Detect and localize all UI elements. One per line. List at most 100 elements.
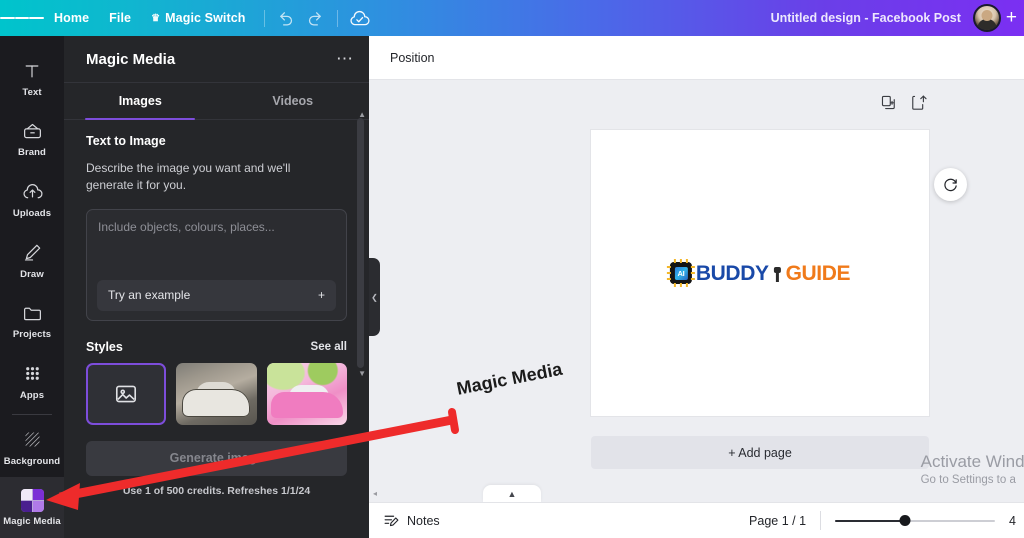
app-header: Home File ♛ Magic Switch Untitled design…: [0, 0, 1024, 36]
watermark-line-1: Activate Windo: [920, 452, 1024, 471]
zoom-slider[interactable]: [835, 514, 996, 528]
bottom-bar: Notes Page 1 / 1 4: [369, 502, 1024, 538]
sidebar-item-label: Text: [22, 86, 42, 98]
style-thumbnails: [86, 362, 348, 425]
sidebar-divider: [12, 413, 52, 415]
panel-title: Magic Media: [86, 50, 176, 68]
magic-media-panel: Magic Media ⋯ Images Videos Text to Imag…: [64, 36, 369, 538]
export-page-icon[interactable]: [911, 94, 928, 116]
undo-icon[interactable]: [273, 4, 301, 32]
plus-icon: +: [317, 288, 325, 303]
header-item-magic-switch[interactable]: ♛ Magic Switch: [141, 7, 255, 29]
watercolour-car-thumbnail: [266, 362, 348, 425]
zoom-value: 4: [1009, 513, 1016, 528]
header-item-file[interactable]: File: [99, 7, 141, 29]
page-indicator[interactable]: Page 1 / 1: [749, 514, 806, 528]
panel-body: Text to Image Describe the image you wan…: [64, 120, 369, 497]
text-icon: [22, 59, 42, 83]
sidebar-item-label: Projects: [12, 329, 52, 341]
header-divider-1: [263, 9, 265, 27]
notes-label: Notes: [407, 513, 440, 528]
prompt-input[interactable]: Include objects, colours, places... Try …: [86, 208, 347, 321]
logo-word-guide: GUIDE: [785, 261, 851, 285]
prompt-placeholder: Include objects, colours, places...: [98, 219, 275, 234]
sidebar-item-label: Brand: [18, 147, 46, 159]
duplicate-page-icon[interactable]: [880, 94, 897, 116]
regenerate-icon: [944, 178, 957, 192]
draw-icon: [22, 241, 43, 265]
style-thumb-none[interactable]: [86, 362, 167, 425]
sidebar-item-magic-media[interactable]: Magic Media: [0, 477, 64, 538]
section-description: Describe the image you want and we'll ge…: [86, 161, 291, 193]
cloud-saved-icon[interactable]: [346, 4, 374, 32]
panel-collapse-button[interactable]: ❮: [369, 258, 380, 336]
header-divider-2: [336, 9, 338, 27]
tab-images[interactable]: Images: [64, 83, 217, 120]
styles-label: Styles: [86, 339, 123, 354]
tab-videos[interactable]: Videos: [217, 83, 370, 119]
sidebar-item-background[interactable]: Background: [0, 417, 64, 478]
sidebar-item-draw[interactable]: Draw: [0, 230, 64, 291]
style-thumb-watercolour-car[interactable]: [266, 362, 348, 425]
position-button[interactable]: Position: [381, 45, 443, 71]
sidebar-item-label: Magic Media: [3, 516, 61, 528]
try-an-example-label: Try an example: [108, 288, 191, 303]
panel-scrollbar[interactable]: [357, 118, 364, 368]
sidebar-item-text[interactable]: Text: [0, 48, 64, 109]
hamburger-menu-icon[interactable]: [0, 15, 45, 21]
left-sidebar: Text Brand Uploads Draw Projects Apps Ba…: [0, 36, 64, 538]
apps-grid-icon: [23, 362, 42, 386]
sidebar-item-label: Apps: [19, 389, 45, 401]
robot-glyph-icon: [773, 263, 782, 283]
add-page-button[interactable]: + Add page: [591, 436, 929, 469]
crown-icon: ♛: [151, 12, 161, 24]
generate-image-button[interactable]: Generate image: [86, 440, 347, 476]
style-thumb-vintage-car[interactable]: [176, 362, 257, 425]
sidebar-item-uploads[interactable]: Uploads: [0, 169, 64, 230]
magic-switch-label: Magic Switch: [165, 11, 246, 25]
see-all-link[interactable]: See all: [311, 341, 347, 353]
try-an-example-button[interactable]: Try an example +: [97, 279, 336, 311]
chevron-left-icon: ❮: [371, 292, 378, 302]
timeline-expander-button[interactable]: ▲: [483, 485, 541, 502]
document-title[interactable]: Untitled design - Facebook Post: [771, 11, 961, 25]
credits-note: Use 1 of 500 credits. Refreshes 1/1/24: [122, 484, 311, 497]
projects-folder-icon: [22, 301, 43, 325]
image-placeholder-icon: [116, 385, 137, 403]
sidebar-item-label: Background: [3, 455, 61, 467]
scroll-left-icon[interactable]: ◂: [373, 489, 377, 498]
chevron-up-icon: ▲: [507, 488, 517, 499]
notes-button[interactable]: Notes: [383, 512, 440, 529]
background-icon: [22, 428, 43, 452]
scroll-up-icon[interactable]: ▲: [358, 110, 366, 119]
brand-icon: [22, 119, 43, 143]
sidebar-item-apps[interactable]: Apps: [0, 351, 64, 412]
canvas-stage: Position AI BUDDY GUIDE + Add page Activ…: [369, 36, 1024, 538]
zoom-fill: [835, 519, 906, 522]
regenerate-button[interactable]: [934, 168, 967, 201]
more-options-icon[interactable]: ⋯: [336, 50, 355, 67]
canvas-toolbar: Position: [369, 36, 1024, 80]
styles-header: Styles See all: [86, 340, 347, 354]
bottom-divider: [820, 511, 822, 530]
design-page[interactable]: AI BUDDY GUIDE: [591, 130, 929, 416]
redo-icon[interactable]: [301, 4, 329, 32]
panel-header: Magic Media ⋯: [64, 36, 369, 83]
ai-badge-text: AI: [674, 266, 688, 280]
uploads-icon: [22, 180, 43, 204]
sidebar-item-label: Uploads: [12, 208, 52, 220]
logo-word-buddy: BUDDY: [695, 261, 769, 285]
sidebar-item-projects[interactable]: Projects: [0, 291, 64, 352]
add-collaborator-icon[interactable]: +: [1001, 8, 1024, 29]
zoom-knob[interactable]: [899, 515, 911, 526]
sidebar-item-brand[interactable]: Brand: [0, 109, 64, 170]
activate-windows-watermark: Activate Windo Go to Settings to a: [921, 452, 1024, 486]
panel-tabs: Images Videos: [64, 83, 369, 120]
vintage-car-thumbnail: [176, 362, 257, 425]
header-item-home[interactable]: Home: [44, 7, 99, 29]
watermark-line-2: Go to Settings to a: [920, 474, 1016, 486]
scroll-down-icon[interactable]: ▼: [358, 369, 366, 378]
notes-icon: [384, 515, 399, 527]
page-tools: [880, 94, 928, 116]
user-avatar[interactable]: [972, 4, 1001, 32]
